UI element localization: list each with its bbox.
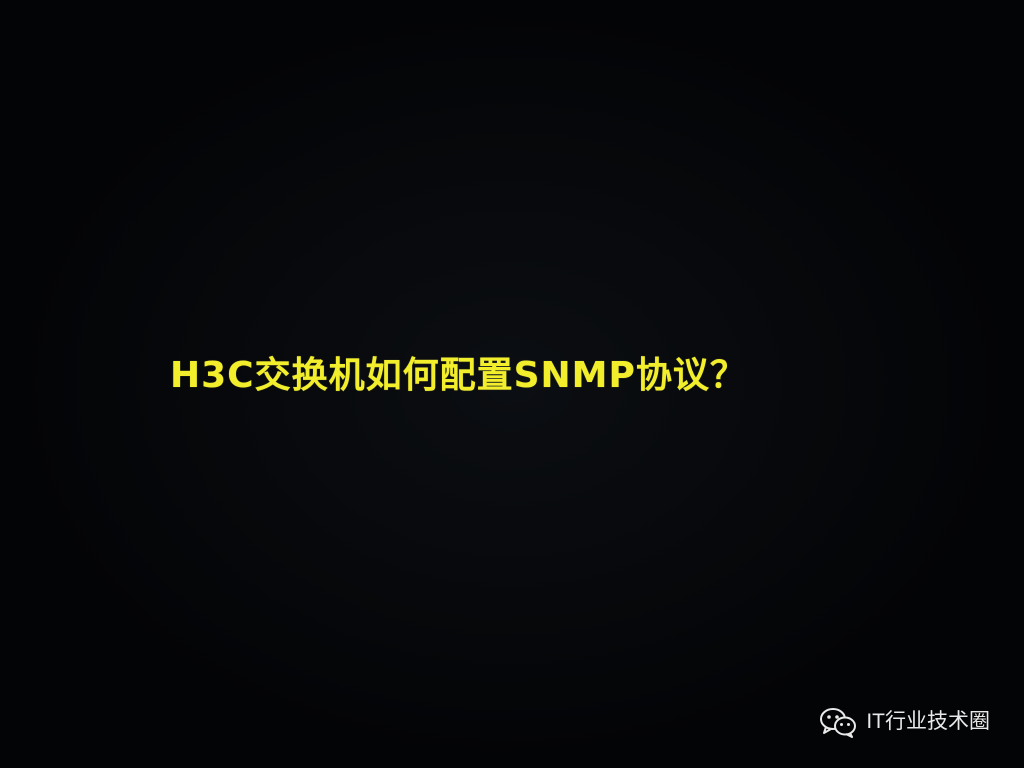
watermark: IT行业技术圈 xyxy=(818,706,990,738)
slide-headline: H3C交换机如何配置SNMP协议？ xyxy=(170,355,747,396)
watermark-label: IT行业技术圈 xyxy=(866,710,990,733)
slide: H3C交换机如何配置SNMP协议？ IT行业技术圈 xyxy=(0,0,1024,768)
wechat-icon xyxy=(818,706,858,738)
